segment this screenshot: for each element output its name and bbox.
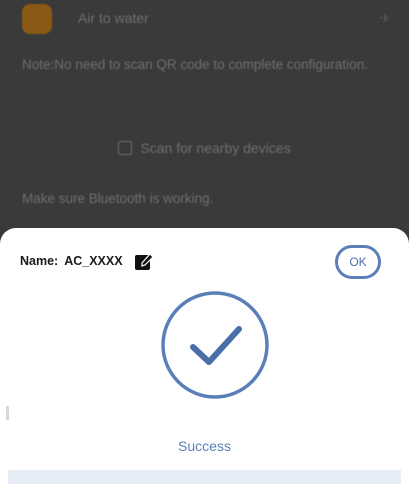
- bluetooth-note: Make sure Bluetooth is working.: [22, 191, 214, 206]
- background-note: Note:No need to scan QR code to complete…: [22, 57, 368, 72]
- app-icon: [22, 4, 52, 34]
- device-name-row: Name: AC_XXXX: [20, 250, 155, 272]
- scroll-handle: [6, 406, 9, 420]
- success-check-icon: [161, 291, 269, 399]
- scan-label: Scan for nearby devices: [140, 140, 291, 156]
- success-sheet: Name: AC_XXXX OK Success: [0, 228, 409, 484]
- screen: Air to water ✈ Note:No need to scan QR c…: [0, 0, 409, 484]
- success-status-text: Success: [178, 438, 231, 454]
- name-label: Name:: [20, 254, 59, 268]
- ok-button[interactable]: OK: [335, 245, 381, 279]
- scan-nearby-devices-button: Scan for nearby devices: [0, 140, 409, 156]
- background-header: Air to water ✈: [0, 0, 409, 42]
- bottom-bar: [8, 470, 401, 484]
- background-title: Air to water: [78, 10, 149, 26]
- device-name-value: AC_XXXX: [64, 254, 123, 268]
- scan-icon: [118, 141, 133, 155]
- header-action-icon: ✈: [379, 10, 391, 26]
- edit-icon[interactable]: [133, 250, 155, 272]
